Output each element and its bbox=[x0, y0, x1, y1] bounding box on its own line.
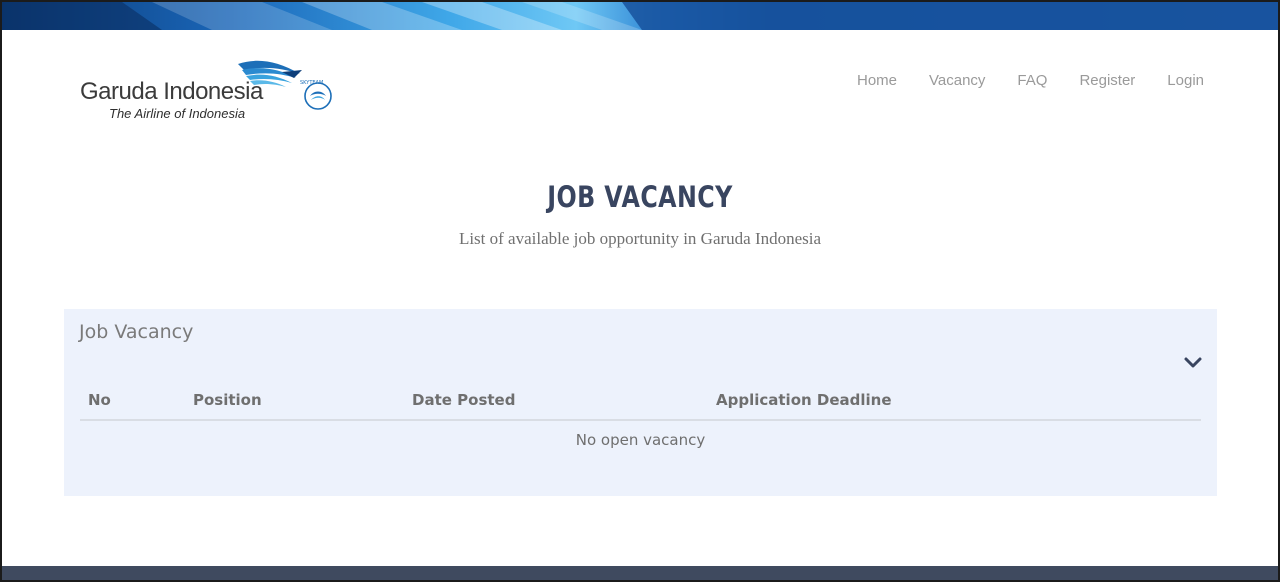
page-frame: SKYTEAM Garuda Indonesia The Airline of … bbox=[0, 0, 1280, 582]
garuda-logo[interactable]: SKYTEAM Garuda Indonesia The Airline of … bbox=[78, 58, 338, 130]
footer-bar bbox=[2, 566, 1278, 580]
nav-login[interactable]: Login bbox=[1167, 72, 1204, 89]
nav-register[interactable]: Register bbox=[1079, 72, 1135, 89]
banner-stripes bbox=[2, 2, 1278, 30]
svg-text:SKYTEAM: SKYTEAM bbox=[300, 80, 323, 86]
site-header: SKYTEAM Garuda Indonesia The Airline of … bbox=[2, 30, 1278, 140]
empty-table-message: No open vacancy bbox=[575, 431, 706, 449]
main-nav: Home Vacancy FAQ Register Login bbox=[857, 72, 1204, 89]
vacancy-table: No Position Date Posted Application Dead… bbox=[80, 383, 1201, 449]
column-header-date-posted[interactable]: Date Posted bbox=[412, 391, 515, 409]
chevron-down-icon[interactable] bbox=[1183, 355, 1203, 371]
brand-tagline: The Airline of Indonesia bbox=[109, 106, 246, 121]
column-header-application-deadline[interactable]: Application Deadline bbox=[716, 391, 892, 409]
column-header-position[interactable]: Position bbox=[193, 391, 262, 409]
nav-home[interactable]: Home bbox=[857, 72, 897, 89]
page-title: JOB VACANCY bbox=[547, 180, 733, 214]
table-header: No Position Date Posted Application Dead… bbox=[80, 383, 1201, 421]
nav-faq[interactable]: FAQ bbox=[1017, 72, 1047, 89]
nav-vacancy[interactable]: Vacancy bbox=[929, 72, 985, 89]
page-subtitle: List of available job opportunity in Gar… bbox=[458, 229, 822, 248]
top-banner bbox=[2, 2, 1278, 30]
brand-name: Garuda Indonesia bbox=[80, 78, 263, 105]
panel-title: Job Vacancy bbox=[79, 321, 194, 343]
column-header-no[interactable]: No bbox=[88, 391, 111, 409]
job-vacancy-panel: Job Vacancy No Position Date Posted Appl… bbox=[64, 309, 1217, 496]
skyteam-seal-icon: SKYTEAM bbox=[300, 80, 332, 110]
